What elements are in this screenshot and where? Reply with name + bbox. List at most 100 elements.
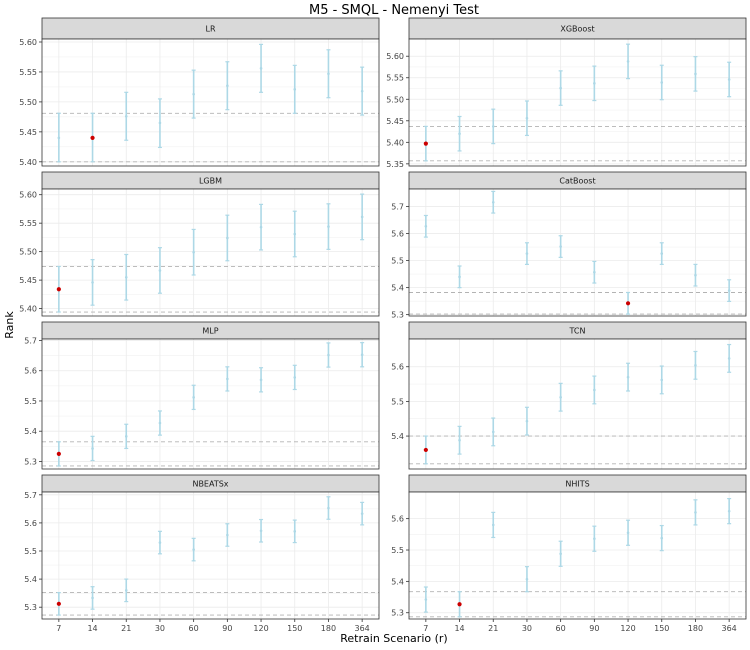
x-tick-label: 30 (155, 624, 165, 633)
rank-point (593, 270, 596, 274)
y-tick-label: 5.60 (19, 191, 37, 200)
rank-point (458, 438, 461, 442)
y-tick-label: 5.40 (386, 138, 404, 147)
strip-label-lgbm: LGBM (199, 177, 222, 186)
rank-point (458, 132, 461, 136)
y-tick-label: 5.5 (24, 397, 37, 406)
rank-point (192, 250, 195, 254)
rank-point (626, 375, 630, 379)
rank-point (559, 552, 562, 556)
y-tick-label: 5.6 (24, 367, 37, 376)
strip-label-lr: LR (205, 25, 215, 34)
panel-nbeatsx: NBEATSx 5.3 5.4 5.5 5.6 5.7 7 14 21 30 60 90 120 150 1… (24, 474, 380, 633)
y-tick-label: 5.55 (19, 219, 37, 228)
x-tick-label: 7 (423, 624, 428, 633)
rank-point (57, 136, 61, 140)
x-tick-label: 90 (589, 624, 599, 633)
panel-lgbm: LGBM 5.40 5.45 5.50 5.55 5.60 (19, 171, 380, 317)
rank-point (593, 537, 596, 541)
rank-point (327, 506, 330, 510)
y-tick-label: 5.4 (391, 432, 404, 441)
rank-point (192, 92, 195, 96)
y-tick-label: 5.6 (391, 515, 404, 524)
x-tick-label: 90 (222, 624, 232, 633)
x-tick-label: 150 (654, 624, 669, 633)
rank-point (525, 252, 529, 255)
rank-point (192, 396, 195, 399)
rank-point (424, 598, 428, 601)
y-tick-label: 5.3 (24, 603, 37, 612)
y-tick-label: 5.4 (391, 577, 404, 586)
rank-point (593, 82, 596, 85)
rank-point (660, 378, 664, 382)
rank-point (293, 88, 297, 91)
y-tick-label: 5.7 (24, 491, 37, 500)
y-tick-label: 5.5 (24, 547, 37, 556)
rank-point (124, 435, 128, 438)
rank-point (727, 509, 731, 513)
rank-point (491, 200, 495, 204)
rank-point (660, 252, 664, 255)
rank-point (360, 215, 364, 219)
rank-point (158, 269, 162, 272)
rank-point (525, 419, 529, 423)
x-tick-label: 150 (287, 624, 302, 633)
best-point (90, 135, 95, 140)
y-tick-label: 5.50 (19, 98, 37, 107)
rank-point (91, 596, 94, 600)
y-tick-label: 5.3 (24, 457, 37, 466)
y-tick-label: 5.45 (19, 128, 37, 137)
y-tick-label: 5.4 (391, 284, 404, 293)
rank-point (226, 236, 229, 240)
x-tick-label: 60 (189, 624, 199, 633)
y-tick-label: 5.5 (391, 257, 404, 266)
rank-point (226, 84, 229, 88)
rank-point (626, 531, 630, 535)
y-axis-title: Rank (3, 311, 16, 339)
rank-point (226, 377, 229, 381)
rank-point (124, 275, 128, 279)
x-tick-label: 364 (355, 624, 370, 633)
rank-point (491, 125, 495, 128)
chart-title: M5 - SMQL - Nemenyi Test (309, 3, 479, 18)
strip-label-catboost: CatBoost (559, 177, 595, 186)
rank-point (694, 273, 697, 277)
rank-point (694, 72, 697, 76)
rank-point (424, 224, 428, 228)
rank-point (293, 232, 297, 236)
y-tick-label: 5.45 (19, 276, 37, 285)
y-tick-label: 5.6 (24, 519, 37, 528)
x-axis-title: Retrain Scenario (r) (340, 632, 447, 645)
rank-point (660, 536, 664, 540)
y-tick-label: 5.4 (24, 575, 37, 584)
facet-panels: LR 5.40 5.45 5.50 5.55 5.60 XGBoost 5.35 5.40 5.4… (19, 17, 747, 633)
x-tick-label: 180 (321, 624, 336, 633)
rank-point (293, 530, 297, 533)
x-tick-label: 30 (522, 624, 532, 633)
panel-xgboost: XGBoost 5.35 5.40 5.45 5.50 5.55 5.60 (386, 17, 747, 169)
rank-point (91, 447, 94, 450)
y-tick-label: 5.60 (386, 52, 404, 61)
rank-point (727, 289, 731, 292)
strip-label-nbeatsx: NBEATSx (192, 480, 228, 489)
best-point (423, 447, 428, 453)
best-point (56, 451, 61, 456)
rank-point (259, 67, 263, 70)
rank-point (259, 529, 263, 533)
rank-point (293, 376, 297, 379)
x-tick-label: 120 (253, 624, 268, 633)
rank-point (491, 430, 495, 434)
rank-point (327, 225, 330, 228)
rank-point (360, 512, 364, 515)
y-tick-label: 5.6 (391, 230, 404, 239)
rank-point (158, 121, 162, 125)
rank-point (727, 357, 731, 360)
y-tick-label: 5.50 (386, 95, 404, 104)
rank-point (91, 281, 94, 284)
y-tick-label: 5.50 (19, 248, 37, 257)
rank-point (327, 353, 330, 357)
y-tick-label: 5.6 (391, 363, 404, 372)
x-tick-label: 60 (556, 624, 566, 633)
panel-lr: LR 5.40 5.45 5.50 5.55 5.60 (19, 17, 380, 167)
rank-point (525, 577, 529, 581)
